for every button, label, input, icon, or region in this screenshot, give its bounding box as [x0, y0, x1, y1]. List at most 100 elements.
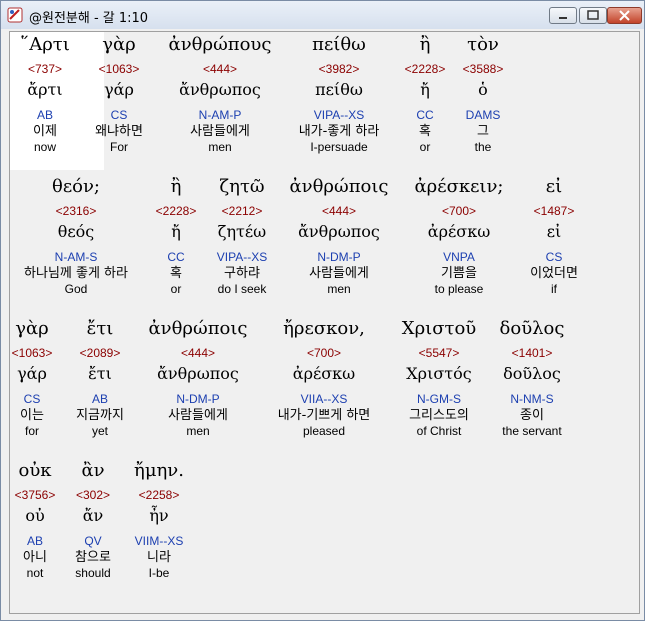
minimize-button[interactable] — [549, 7, 577, 24]
word[interactable]: ἔτι <2089> ἔτι AB 지금까지 yet — [76, 318, 124, 438]
greek-word: τὸν — [467, 34, 499, 55]
korean-gloss: 참으로 — [75, 550, 111, 565]
parse-code: N-DM-P — [176, 392, 220, 406]
word[interactable]: γὰρ <1063> γάρ CS 이는 for — [12, 318, 53, 438]
english-gloss: if — [551, 282, 557, 296]
korean-gloss: 그리스도의 — [409, 408, 469, 423]
lemma: ἄνθρωπος — [157, 364, 239, 383]
word[interactable]: πείθω <3982> πείθω VIPA--XS 내가-좋게 하라 I-p… — [299, 34, 380, 154]
word[interactable]: τὸν <3588> ὁ DAMS 그 the — [463, 34, 504, 154]
word[interactable]: ἀρέσκειν; <700> ἀρέσκω VNPA 기쁨을 to pleas… — [415, 176, 504, 296]
lemma: ἦν — [149, 506, 169, 525]
parse-code: VIIA--XS — [300, 392, 348, 406]
word[interactable]: θεόν; <2316> θεός N-AM-S 하나님께 좋게 하라 God — [24, 176, 128, 296]
greek-word: γὰρ — [102, 34, 136, 55]
parse-code: VIPA--XS — [313, 108, 365, 122]
word[interactable]: ἀνθρώπους <444> ἄνθρωπος N-AM-P 사람들에게 me… — [169, 34, 272, 154]
strong-number: <2316> — [55, 204, 97, 218]
korean-gloss: 종이 — [520, 408, 544, 423]
lemma: ζητέω — [217, 222, 267, 241]
greek-word: ἀρέσκειν; — [414, 176, 504, 197]
strong-number: <444> — [180, 346, 216, 360]
english-gloss: not — [26, 566, 44, 580]
parse-code: VIPA--XS — [216, 250, 268, 264]
english-gloss: the servant — [502, 424, 562, 438]
strong-number: <3982> — [318, 62, 360, 76]
greek-word: ἤρεσκον, — [283, 318, 365, 339]
lemma: ἀρέσκω — [427, 222, 491, 241]
word[interactable]: γὰρ <1063> γάρ CS 왜냐하면 For — [95, 34, 143, 154]
strong-number: <2258> — [138, 488, 180, 502]
korean-gloss: 이제 — [33, 124, 57, 139]
word[interactable]: δοῦλος <1401> δοῦλος N-NM-S 종이 the serva… — [500, 318, 565, 438]
lemma: ἄνθρωπος — [179, 80, 261, 99]
close-button[interactable] — [607, 7, 642, 24]
english-gloss: do I seek — [217, 282, 267, 296]
greek-word: εἰ — [545, 176, 563, 197]
english-gloss: or — [419, 140, 431, 154]
lemma: ἔτι — [88, 364, 112, 383]
parse-code: VIIM--XS — [134, 534, 184, 548]
korean-gloss: 내가-좋게 하라 — [298, 124, 380, 139]
lemma: ἄνθρωπος — [298, 222, 380, 241]
english-gloss: pleased — [302, 424, 346, 438]
lemma: ἤ — [420, 80, 430, 99]
close-icon — [619, 10, 630, 21]
english-gloss: the — [474, 140, 492, 154]
word[interactable]: ἢ <2228> ἤ CC 혹 or — [156, 176, 197, 296]
lemma: δοῦλος — [503, 364, 561, 383]
greek-word: ἀνθρώποις — [289, 176, 389, 197]
parse-code: CC — [167, 250, 185, 264]
word[interactable]: ἢ <2228> ἤ CC 혹 or — [405, 34, 446, 154]
strong-number: <5547> — [418, 346, 460, 360]
english-gloss: of Christ — [416, 424, 462, 438]
parse-code: DAMS — [465, 108, 501, 122]
english-gloss: I-be — [148, 566, 170, 580]
strong-number: <1401> — [511, 346, 553, 360]
english-gloss: now — [33, 140, 57, 154]
strong-number: <444> — [202, 62, 238, 76]
english-gloss: men — [208, 140, 232, 154]
word[interactable]: ζητῶ <2212> ζητέω VIPA--XS 구하랴 do I seek — [217, 176, 267, 296]
parse-code: VNPA — [443, 250, 475, 264]
greek-word: δοῦλος — [499, 318, 565, 339]
parse-code: CS — [110, 108, 128, 122]
word[interactable]: ῞Αρτι <737> ἄρτι AB 이제 now — [20, 34, 70, 154]
korean-gloss: 지금까지 — [76, 408, 124, 423]
strong-number: <1487> — [533, 204, 575, 218]
korean-gloss: 니라 — [147, 550, 171, 565]
lemma: γάρ — [17, 364, 47, 383]
maximize-button[interactable] — [579, 7, 607, 24]
word[interactable]: ἀνθρώποις <444> ἄνθρωπος N-DM-P 사람들에게 me… — [290, 176, 389, 296]
english-gloss: men — [186, 424, 210, 438]
word[interactable]: οὐκ <3756> οὐ AB 아니 not — [15, 460, 56, 580]
korean-gloss: 기쁨을 — [441, 266, 477, 281]
parse-code: CS — [23, 392, 41, 406]
english-gloss: for — [24, 424, 39, 438]
parse-code: N-GM-S — [416, 392, 461, 406]
strong-number: <2228> — [155, 204, 197, 218]
word[interactable]: ἀνθρώποις <444> ἄνθρωπος N-DM-P 사람들에게 me… — [149, 318, 248, 438]
title-bar[interactable]: @원전분해 - 갈 1:10 — [1, 1, 644, 29]
korean-gloss: 왜냐하면 — [95, 124, 143, 139]
greek-word: ἢ — [170, 176, 182, 197]
lemma: θεός — [57, 222, 95, 241]
english-gloss: For — [110, 140, 128, 154]
word[interactable]: ἤρεσκον, <700> ἀρέσκω VIIA--XS 내가-기쁘게 하면… — [278, 318, 371, 438]
word[interactable]: Χριστοῦ <5547> Χριστός N-GM-S 그리스도의 of C… — [402, 318, 476, 438]
lemma: γάρ — [104, 80, 134, 99]
lemma: ὁ — [478, 80, 488, 99]
maximize-icon — [587, 10, 599, 20]
korean-gloss: 사람들에게 — [309, 266, 369, 281]
english-gloss: to please — [434, 282, 484, 296]
korean-gloss: 사람들에게 — [168, 408, 228, 423]
greek-word: ἤμην. — [134, 460, 184, 481]
parse-code: AB — [36, 108, 54, 122]
greek-word: Χριστοῦ — [401, 318, 477, 339]
word[interactable]: ἂν <302> ἄν QV 참으로 should — [75, 460, 111, 580]
strong-number: <700> — [306, 346, 342, 360]
word[interactable]: εἰ <1487> εἰ CS 이었더면 if — [530, 176, 578, 296]
word[interactable]: ἤμην. <2258> ἦν VIIM--XS 니라 I-be — [134, 460, 184, 580]
parse-code: CS — [545, 250, 563, 264]
minimize-icon — [559, 17, 567, 19]
